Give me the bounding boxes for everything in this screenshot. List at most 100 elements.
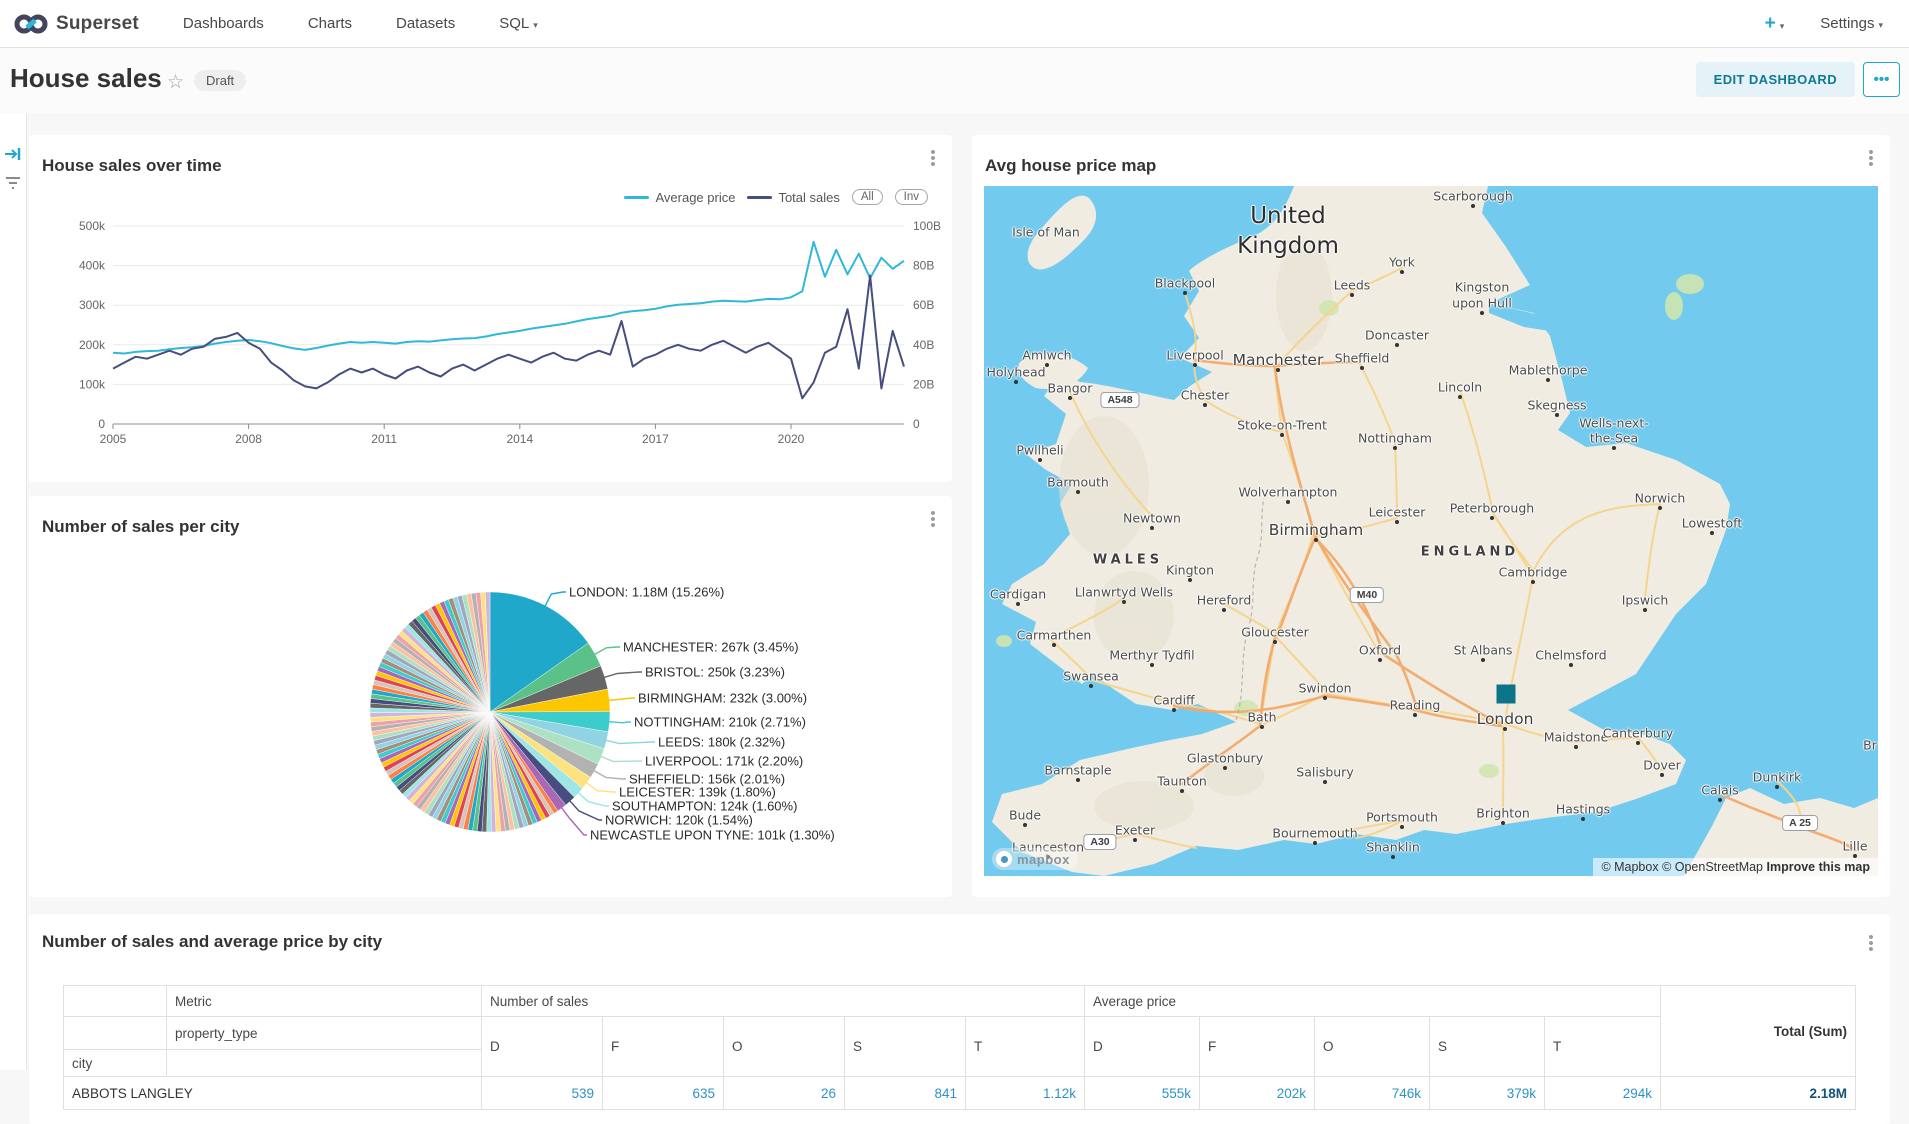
nav-menu: Dashboards Charts Datasets SQL▾ bbox=[183, 15, 538, 32]
group-header-number-of-sales: Number of sales bbox=[482, 986, 1085, 1017]
edit-dashboard-button[interactable]: EDIT DASHBOARD bbox=[1696, 62, 1855, 97]
map-data-marker-london[interactable] bbox=[1497, 685, 1516, 704]
map-city-dot bbox=[1471, 204, 1475, 208]
pivot-table: Metric Number of sales Average price Tot… bbox=[63, 985, 1856, 1110]
favorite-star-icon[interactable]: ☆ bbox=[167, 71, 184, 94]
map-city-dot bbox=[1555, 413, 1559, 417]
map-city-dot bbox=[1393, 446, 1397, 450]
chevron-down-icon: ▾ bbox=[1878, 20, 1883, 30]
improve-map-link[interactable]: Improve this map bbox=[1767, 860, 1871, 874]
map-city-dot bbox=[1360, 366, 1364, 370]
map-city-dot bbox=[1203, 403, 1207, 407]
map-city-dot bbox=[1052, 643, 1056, 647]
chart-menu-kebab-icon[interactable]: ••• bbox=[924, 149, 942, 171]
road-badge-a548: A548 bbox=[1100, 392, 1139, 408]
mapbox-logo[interactable]: mapbox bbox=[992, 848, 1078, 870]
pie-label: LEEDS: 180k (2.32%) bbox=[658, 735, 785, 750]
col-header-s: S bbox=[845, 1017, 966, 1077]
map-city-dot bbox=[1045, 363, 1049, 367]
map-city-dot bbox=[1458, 395, 1462, 399]
pie-label-line bbox=[593, 770, 626, 779]
y-axis-tick-left: 0 bbox=[98, 417, 105, 431]
map-city-dot bbox=[1350, 293, 1354, 297]
superset-logo-icon bbox=[14, 13, 48, 35]
chart-card-avg-house-price-map: Avg house price map ••• bbox=[972, 135, 1890, 897]
col-header-f: F bbox=[603, 1017, 724, 1077]
superset-logo[interactable]: Superset bbox=[14, 13, 139, 35]
table-row: ABBOTS LANGLEY 539 635 26 841 1.12k 555k… bbox=[64, 1077, 1856, 1110]
map-canvas[interactable]: UnitedKingdomIsle of ManScarboroughYorkB… bbox=[984, 186, 1878, 876]
y-axis-tick-left: 500k bbox=[79, 219, 106, 233]
y-axis-tick-left: 200k bbox=[79, 338, 106, 352]
pie-label-line bbox=[607, 698, 635, 701]
pie-label-line bbox=[561, 807, 587, 836]
y-axis-tick-right: 100B bbox=[913, 219, 941, 233]
legend-all-button[interactable]: All bbox=[852, 189, 883, 205]
series-line-total-sales[interactable] bbox=[113, 276, 904, 399]
map-city-dot bbox=[1481, 658, 1485, 662]
pie-chart[interactable]: LONDON: 1.18M (15.26%)MANCHESTER: 267k (… bbox=[29, 496, 952, 897]
cell-price-s: 379k bbox=[1430, 1077, 1545, 1110]
map-city-dot bbox=[1775, 785, 1779, 789]
nav-item-datasets[interactable]: Datasets bbox=[396, 15, 455, 32]
metric-header: Metric bbox=[167, 986, 482, 1017]
map-city-dot bbox=[1076, 490, 1080, 494]
map-city-dot bbox=[1273, 640, 1277, 644]
map-city-dot bbox=[1038, 458, 1042, 462]
attribution-mapbox[interactable]: © Mapbox bbox=[1601, 860, 1658, 874]
pie-label: SOUTHAMPTON: 124k (1.60%) bbox=[612, 799, 797, 814]
y-axis-tick-right: 80B bbox=[913, 259, 934, 273]
map-city-dot bbox=[1378, 658, 1382, 662]
road-badge-a30: A30 bbox=[1083, 834, 1116, 850]
city-header: city bbox=[64, 1050, 167, 1077]
map-city-dot bbox=[1076, 778, 1080, 782]
chart-menu-kebab-icon[interactable]: ••• bbox=[1862, 934, 1880, 956]
map-attribution: © Mapbox © OpenStreetMap Improve this ma… bbox=[1593, 858, 1878, 876]
series-line-average-price[interactable] bbox=[113, 242, 904, 354]
nav-item-sql[interactable]: SQL▾ bbox=[499, 15, 538, 32]
pie-label: MANCHESTER: 267k (3.45%) bbox=[623, 640, 799, 655]
y-axis-tick-right: 0 bbox=[913, 417, 920, 431]
pie-label-line bbox=[603, 672, 642, 678]
filter-icon[interactable] bbox=[4, 175, 22, 191]
pie-label-line bbox=[605, 740, 655, 744]
y-axis-tick-right: 60B bbox=[913, 298, 934, 312]
chart-legend: Average price Total sales All Inv bbox=[624, 189, 928, 205]
nav-item-charts[interactable]: Charts bbox=[308, 15, 352, 32]
map-city-dot bbox=[1400, 270, 1404, 274]
nav-item-dashboards[interactable]: Dashboards bbox=[183, 15, 264, 32]
map-city-dot bbox=[1223, 766, 1227, 770]
map-city-dot bbox=[1581, 817, 1585, 821]
settings-menu[interactable]: Settings▾ bbox=[1820, 15, 1883, 32]
chart-title: Number of sales and average price by cit… bbox=[42, 932, 382, 952]
pie-label-line bbox=[569, 800, 602, 820]
x-axis-tick-label: 2008 bbox=[235, 432, 262, 446]
chart-menu-kebab-icon[interactable]: ••• bbox=[1862, 149, 1880, 171]
map-city-dot bbox=[1643, 608, 1647, 612]
map-city-dot bbox=[1193, 363, 1197, 367]
group-header-average-price: Average price bbox=[1085, 986, 1661, 1017]
expand-filter-bar-icon[interactable] bbox=[4, 146, 22, 162]
corner-cell bbox=[64, 986, 167, 1017]
attribution-osm[interactable]: © OpenStreetMap bbox=[1662, 860, 1763, 874]
map-city-dot bbox=[1286, 500, 1290, 504]
chart-menu-kebab-icon[interactable]: ••• bbox=[924, 510, 942, 532]
map-city-dot bbox=[1574, 745, 1578, 749]
legend-item-average-price[interactable]: Average price bbox=[624, 190, 735, 205]
map-city-dot bbox=[1710, 531, 1714, 535]
plus-icon: + bbox=[1765, 13, 1776, 34]
map-geography bbox=[984, 186, 1878, 876]
map-city-dot bbox=[1395, 520, 1399, 524]
line-chart[interactable]: 00100k20B200k40B300k60B400k80B500k100B20… bbox=[29, 135, 952, 482]
chevron-down-icon: ▾ bbox=[1780, 21, 1785, 31]
total-sum-header: Total (Sum) bbox=[1661, 986, 1856, 1077]
top-navbar: Superset Dashboards Charts Datasets SQL▾… bbox=[0, 0, 1909, 48]
pie-label: BIRMINGHAM: 232k (3.00%) bbox=[638, 691, 807, 706]
legend-inv-button[interactable]: Inv bbox=[895, 189, 928, 205]
new-item-button[interactable]: +▾ bbox=[1765, 13, 1785, 35]
dashboard-more-button[interactable]: ••• bbox=[1863, 62, 1900, 97]
row-city-name: ABBOTS LANGLEY bbox=[64, 1077, 482, 1110]
col-header-s: S bbox=[1430, 1017, 1545, 1077]
legend-item-total-sales[interactable]: Total sales bbox=[747, 190, 839, 205]
filter-bar-collapsed bbox=[0, 113, 27, 1070]
